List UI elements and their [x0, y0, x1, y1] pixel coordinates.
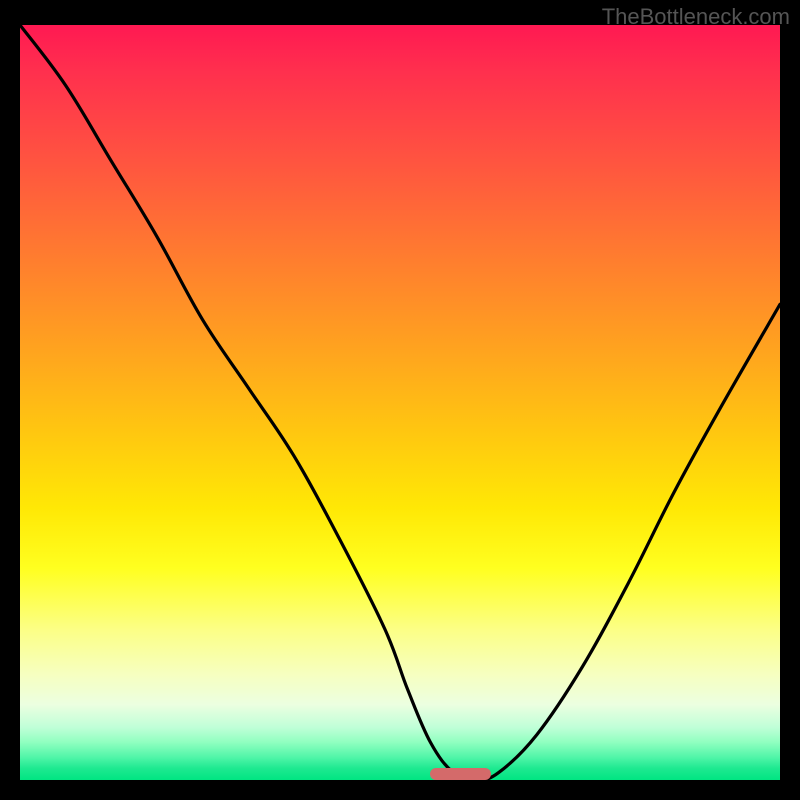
optimal-range-marker	[430, 768, 491, 780]
watermark-text: TheBottleneck.com	[602, 4, 790, 30]
chart-plot-area	[20, 25, 780, 780]
chart-curve-svg	[20, 25, 780, 780]
bottleneck-curve-line	[20, 25, 780, 780]
